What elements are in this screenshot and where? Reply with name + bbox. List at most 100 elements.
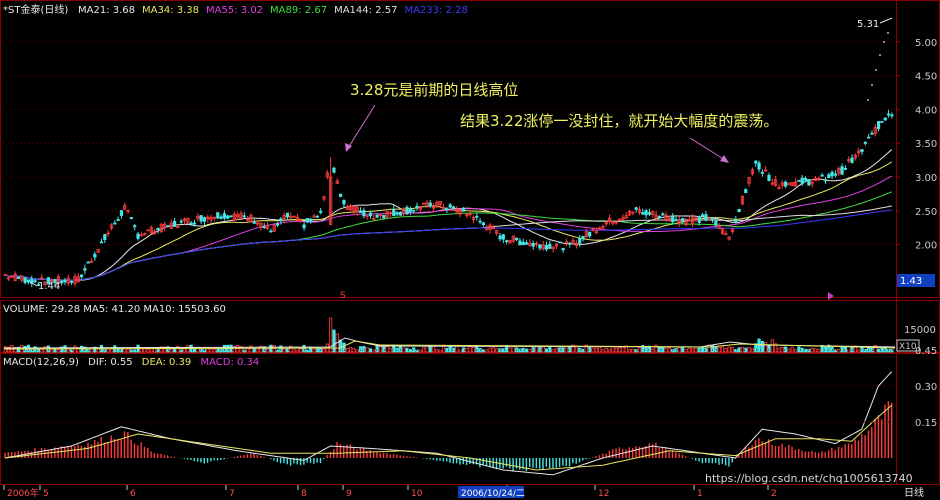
scroll-right-marker[interactable]	[828, 292, 834, 300]
volume-bar	[581, 348, 585, 353]
candle-body	[166, 225, 170, 228]
volume-unit: X10	[899, 342, 917, 352]
candle-body	[33, 280, 37, 283]
candle-body	[700, 214, 705, 217]
candle-body	[382, 215, 386, 219]
candle-body	[784, 181, 788, 187]
volume-bar	[767, 344, 771, 353]
price-tick-label: 2.50	[915, 207, 937, 218]
candle-body	[737, 208, 741, 213]
candle-body	[133, 225, 137, 228]
cursor-date: 2006/10/24/二	[461, 489, 525, 499]
candle-body	[342, 199, 346, 205]
volume-bar	[56, 349, 60, 353]
volume-bar	[342, 342, 346, 353]
candle-body	[63, 279, 67, 283]
candle-body	[757, 162, 761, 170]
candle-body	[26, 279, 31, 283]
candlesticks[interactable]	[3, 109, 894, 288]
volume-bar	[654, 344, 658, 353]
volume-bar	[840, 346, 844, 353]
volume-bar	[445, 347, 449, 353]
volume-bar	[302, 345, 306, 353]
time-tick-label: 1	[697, 489, 703, 499]
candle-body	[634, 207, 638, 210]
volume-bar	[368, 348, 373, 353]
volume-bar	[797, 346, 801, 353]
macd-dif-line	[4, 371, 893, 476]
candle-body	[518, 240, 522, 246]
ma-line	[4, 175, 892, 281]
candle-body	[581, 235, 585, 239]
volume-bar	[664, 347, 668, 353]
volume-bar	[837, 348, 841, 353]
candle-body	[332, 167, 336, 173]
candle-body	[305, 218, 310, 223]
volume-bar	[362, 346, 366, 353]
candle-body	[116, 219, 120, 221]
candle-body	[515, 237, 519, 241]
candle-body	[883, 117, 887, 121]
macd-label: MACD(12,26,9)	[3, 357, 79, 368]
candle-body	[269, 230, 273, 233]
time-tick-label: 5	[43, 489, 49, 499]
candle-body	[833, 173, 838, 176]
candle-body	[445, 208, 449, 211]
candle-body	[843, 167, 847, 170]
candle-body	[890, 114, 894, 117]
candle-body	[760, 171, 764, 174]
volume-bar	[332, 329, 336, 353]
candle-body	[880, 121, 884, 123]
volume-bar	[103, 348, 107, 353]
annotation-arrowhead-1	[345, 143, 352, 152]
price-tick-label: 2.00	[915, 241, 937, 252]
volume-bar	[209, 348, 213, 353]
candle-body	[641, 212, 645, 215]
price-tick-label: 3.50	[915, 139, 937, 150]
ma-legend-item: MA144: 2.57	[334, 5, 397, 16]
event-marker-s: S	[340, 291, 346, 301]
candle-body	[558, 241, 562, 244]
candle-body	[99, 241, 104, 244]
volume-bars[interactable]	[3, 317, 894, 353]
candle-body	[172, 220, 177, 227]
volume-bar	[382, 346, 386, 353]
candle-body	[671, 215, 675, 223]
candle-body	[461, 208, 466, 212]
candle-body	[867, 136, 871, 139]
volume-bar	[800, 347, 804, 353]
candle-body	[252, 221, 256, 224]
ma-legend-item: MA34: 3.38	[142, 5, 199, 16]
volume-bar	[378, 346, 383, 353]
candle-body	[412, 209, 416, 212]
volume-bar	[352, 348, 356, 353]
volume-bar	[488, 347, 492, 353]
annotation-arrow-1	[347, 104, 376, 149]
candle-body	[657, 215, 662, 219]
candle-body	[398, 211, 402, 216]
candle-body	[392, 208, 396, 217]
stock-name: *ST金泰(日线)	[3, 3, 68, 16]
volume-bar	[611, 346, 615, 353]
volume-bar	[534, 346, 539, 353]
stock-chart[interactable]: 2.002.503.003.504.004.505.00 0.450.300.1…	[0, 0, 940, 500]
volume-bar	[704, 347, 708, 353]
candle-body	[315, 215, 319, 218]
macd-dif: DIF: 0.55	[88, 357, 132, 368]
price-axis-labels: 2.00 2.50 3.00 3.50 4.00 4.50 5.00	[896, 38, 937, 252]
candle-body	[647, 212, 652, 215]
candle-body	[189, 222, 193, 225]
projection-dot	[875, 69, 877, 71]
candle-body	[800, 177, 804, 184]
annotation-limit-up: 结果3.22涨停一没封住，就开始大幅度的震荡。	[460, 112, 778, 130]
candle-body	[119, 210, 124, 216]
candle-body	[362, 210, 366, 217]
candle-body	[93, 253, 97, 258]
candle-body	[807, 179, 811, 186]
candle-body	[192, 222, 197, 225]
candle-body	[219, 216, 223, 219]
candle-body	[803, 177, 808, 181]
volume-bar	[508, 347, 512, 353]
projection-dot	[883, 41, 885, 43]
candle-body	[578, 238, 582, 244]
